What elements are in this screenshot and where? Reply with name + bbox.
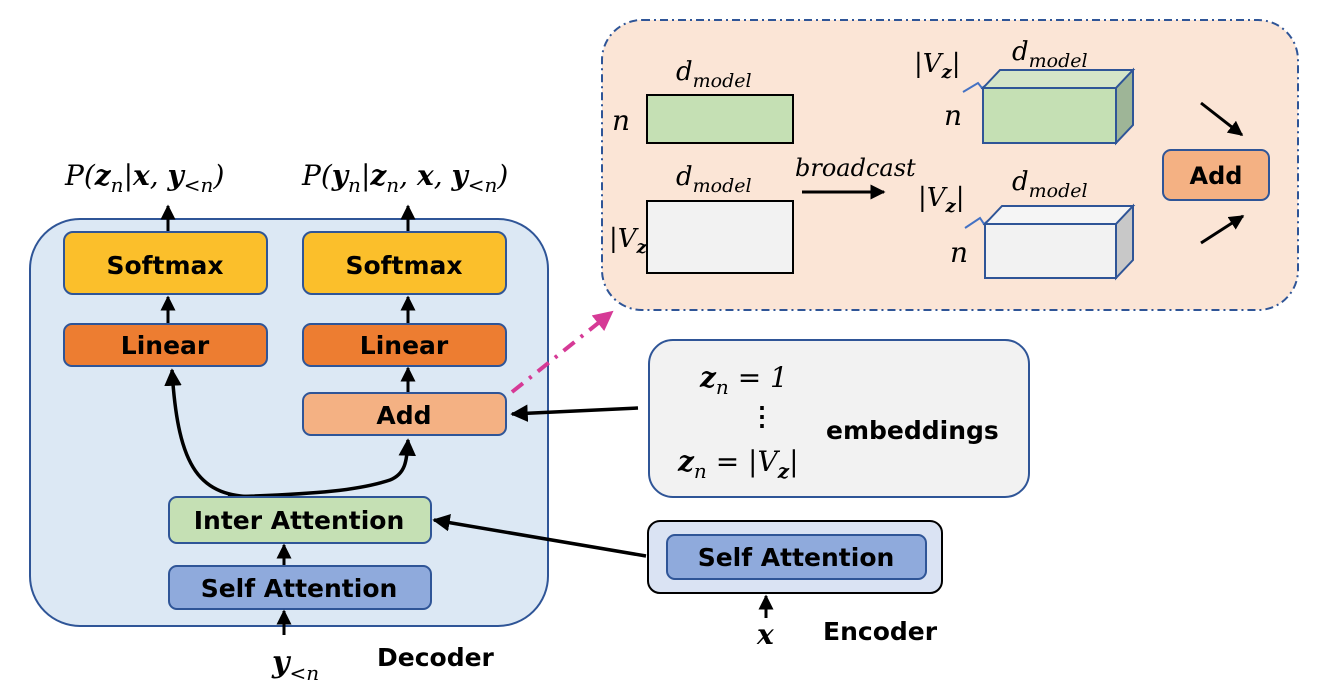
embedding-first-label: zn = 1 — [699, 361, 788, 399]
inset-add-block: Add — [1162, 149, 1270, 201]
encoder-caption: Encoder — [823, 617, 938, 646]
embeddings-box: zn = 1 ⋮ zn = |Vz| embeddings — [648, 339, 1030, 498]
softmax-left-block: Softmax — [63, 231, 268, 295]
broadcast-label: broadcast — [795, 154, 916, 182]
linear-right-block: Linear — [302, 323, 507, 367]
decoder-caption: Decoder — [377, 643, 495, 672]
vz-label: |Vz| — [918, 183, 965, 217]
decoder-block: P(zn|x, y<n) P(yn|zn, x, y<n) Softmax So… — [29, 159, 549, 685]
decoder-input-label: y<n — [271, 645, 319, 685]
output-z-probability-label: P(zn|x, y<n) — [64, 159, 224, 197]
decoder-add-block: Add — [302, 392, 507, 436]
svg-text:Inter Attention: Inter Attention — [194, 506, 405, 535]
diagram-canvas: dmodel n dmodel |Vz| broadcast |Vz| dmod… — [29, 19, 1299, 685]
linear-left-block: Linear — [63, 323, 268, 367]
n-label: n — [950, 236, 968, 269]
decoder-self-attention-block: Self Attention — [168, 565, 432, 610]
softmax-right-block: Softmax — [302, 231, 507, 295]
embeddings-caption: embeddings — [826, 416, 999, 445]
svg-text:Self Attention: Self Attention — [201, 574, 398, 603]
encoder-input-label: x — [756, 618, 774, 651]
vz-label: |Vz| — [914, 49, 961, 83]
n-label: n — [944, 99, 962, 132]
svg-text:Self Attention: Self Attention — [698, 543, 895, 572]
svg-text:Softmax: Softmax — [345, 251, 462, 280]
broadcast-inset-panel: dmodel n dmodel |Vz| broadcast |Vz| dmod… — [601, 19, 1299, 311]
embedding-ellipsis: ⋮ — [749, 402, 775, 432]
inter-attention-block: Inter Attention — [168, 496, 432, 544]
svg-text:Linear: Linear — [121, 331, 210, 360]
svg-text:Add: Add — [1190, 162, 1243, 190]
svg-text:Add: Add — [376, 401, 431, 430]
svg-text:Softmax: Softmax — [106, 251, 223, 280]
encoder-block: Self Attention x Encoder — [647, 520, 943, 651]
svg-text:Linear: Linear — [360, 331, 449, 360]
output-y-probability-label: P(yn|zn, x, y<n) — [301, 159, 508, 197]
n-label: n — [612, 104, 630, 137]
